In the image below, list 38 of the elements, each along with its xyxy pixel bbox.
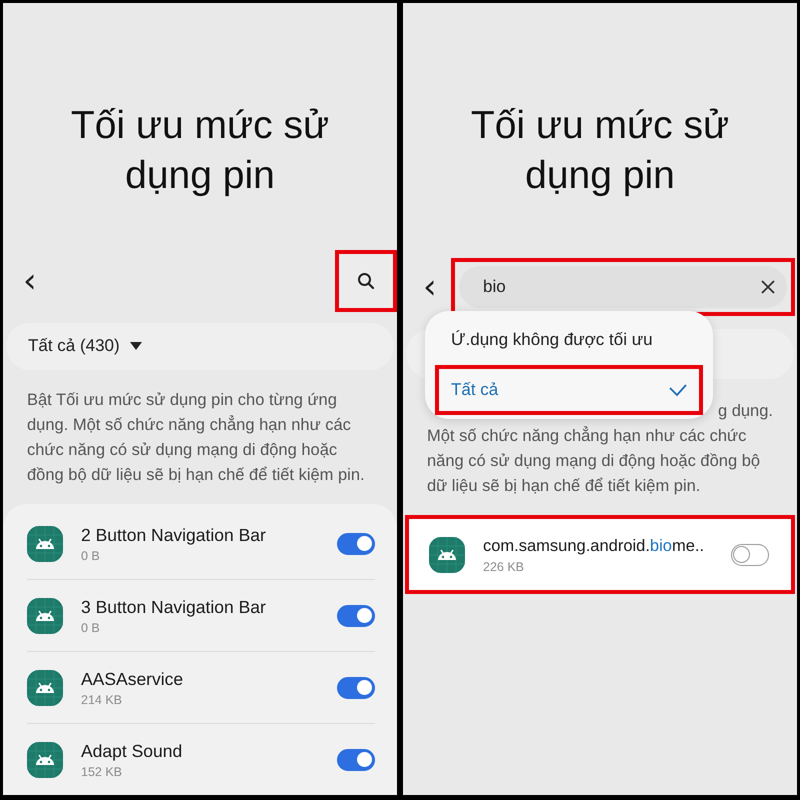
app-name: 3 Button Navigation Bar [81, 596, 267, 618]
description-text: g dụng. [718, 401, 773, 422]
toggle-switch[interactable] [337, 604, 375, 626]
app-name: AASAservice [81, 668, 184, 690]
description-text: Bật Tối ưu mức sử dụng pin cho từng ứng dụng. Một số chức năng chẳng hạn như các chức năng có sử dụng mạng di động hoặc đồng bộ dữ liệu sẽ bị hạn chế để tiết kiệm pin. [27, 390, 366, 486]
toggle-switch[interactable] [337, 532, 375, 554]
robot-app-icon [27, 526, 63, 562]
back-button[interactable]: ‹ [423, 270, 447, 304]
app-name: 2 Button Navigation Bar [81, 524, 267, 546]
description-text: năng có sử dụng mạng di động hoặc đồng bộ [427, 451, 760, 472]
app-size: 226 KB [483, 560, 526, 574]
toggle-switch[interactable] [731, 544, 769, 566]
toggle-switch[interactable] [337, 748, 375, 770]
app-name: Adapt Sound [81, 740, 184, 762]
dropdown-caret-icon [130, 342, 142, 350]
robot-app-icon [27, 670, 63, 706]
robot-app-icon [429, 536, 465, 572]
search-icon [357, 272, 375, 290]
back-button[interactable]: ‹ [23, 264, 47, 298]
page-title: Tối ưu mức sử dụng pin [470, 103, 730, 199]
close-icon [761, 280, 775, 294]
search-field[interactable]: bio [459, 266, 787, 308]
description-text: Một số chức năng chẳng hạn như các chức [427, 425, 746, 447]
menu-item[interactable]: Ứ.dụng không được tối ưu [439, 319, 699, 361]
description-text: dữ liệu sẽ bị hạn chế để tiết kiệm pin. [427, 476, 700, 497]
clear-button[interactable] [761, 280, 775, 294]
robot-app-icon [27, 742, 63, 778]
page-title: Tối ưu mức sử dụng pin [70, 103, 330, 199]
menu-item[interactable]: Tất cả [439, 369, 699, 411]
app-size: 214 KB [81, 693, 124, 707]
app-name: com.samsung.android.biome.. [483, 536, 706, 557]
app-size: 0 B [81, 621, 101, 635]
filter-dropdown[interactable]: Tất cả (430) [6, 322, 394, 370]
app-size: 0 B [81, 549, 101, 563]
robot-app-icon [27, 598, 63, 634]
toggle-switch[interactable] [337, 676, 375, 698]
app-size: 152 KB [81, 765, 124, 779]
check-icon [669, 384, 687, 396]
